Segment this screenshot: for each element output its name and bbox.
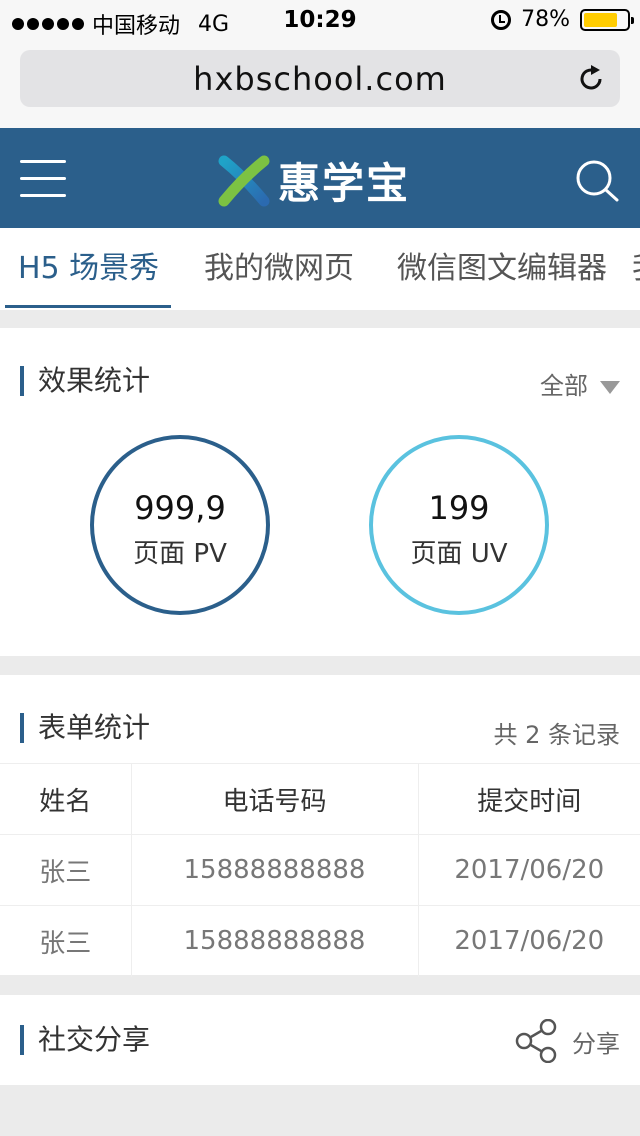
logo-mark-icon [218,155,270,206]
table-row: 张三 15888888888 2017/06/20 [0,834,640,906]
column-header-phone: 电话号码 [131,763,419,835]
cell-phone: 15888888888 [131,834,419,906]
share-button[interactable]: 分享 [514,1019,620,1063]
cell-time: 2017/06/20 [418,905,640,977]
cell-phone: 15888888888 [131,905,419,977]
battery-icon [580,8,634,31]
share-icon [515,1019,557,1063]
battery-fill [584,12,617,27]
uv-label: 页面 UV [410,539,508,569]
effect-stats-card: 效果统计 全部 999,9 页面 PV 199 页面 UV [0,328,640,656]
cell-time: 2017/06/20 [418,834,640,906]
filter-label: 全部 [540,372,588,400]
alarm-icon [491,9,512,30]
tab-bar: H5 场景秀 我的微网页 微信图文编辑器 我 [0,228,640,310]
address-bar[interactable]: hxbschool.com [20,50,620,107]
column-header-name: 姓名 [0,763,132,835]
pv-stat-circle: 999,9 页面 PV [90,435,270,615]
uv-value: 199 [428,489,490,527]
logo[interactable]: 惠学宝 [218,150,410,211]
column-header-time: 提交时间 [418,763,640,835]
form-stats-title: 表单统计 [20,713,150,743]
logo-text: 惠学宝 [278,159,411,208]
pv-label: 页面 PV [133,539,227,569]
social-share-title: 社交分享 [20,1025,150,1055]
app-header: 惠学宝 [0,128,640,228]
tab-h5-scene[interactable]: H5 场景秀 [18,228,159,308]
form-table: 姓名 电话号码 提交时间 张三 15888888888 2017/06/20 张… [0,763,640,977]
filter-dropdown[interactable]: 全部 [540,366,620,401]
battery-percent: 78% [521,7,570,32]
reload-icon[interactable] [576,64,606,94]
cell-name: 张三 [0,905,132,977]
table-header-row: 姓名 电话号码 提交时间 [0,763,640,835]
dropdown-arrow-icon [600,380,620,394]
status-bar: 中国移动 4G 10:29 78% [0,0,640,40]
effect-stats-title: 效果统计 [20,366,150,396]
tab-wechat-editor[interactable]: 微信图文编辑器 [397,228,607,308]
share-label: 分享 [572,1029,620,1058]
social-share-card: 社交分享 分享 [0,995,640,1085]
status-right: 78% [491,7,634,32]
uv-stat-circle: 199 页面 UV [369,435,549,615]
pv-value: 999,9 [134,489,226,527]
tab-mine[interactable]: 我 [632,228,640,308]
active-tab-indicator [5,305,171,308]
table-row: 张三 15888888888 2017/06/20 [0,905,640,977]
browser-toolbar: hxbschool.com [0,40,640,128]
cell-name: 张三 [0,834,132,906]
form-stats-card: 表单统计 共 2 条记录 姓名 电话号码 提交时间 张三 15888888888… [0,675,640,977]
menu-icon[interactable] [20,160,66,197]
tab-micro-page[interactable]: 我的微网页 [204,228,354,308]
url-text: hxbschool.com [193,59,447,98]
search-icon[interactable] [574,158,620,204]
record-count: 共 2 条记录 [493,721,620,749]
